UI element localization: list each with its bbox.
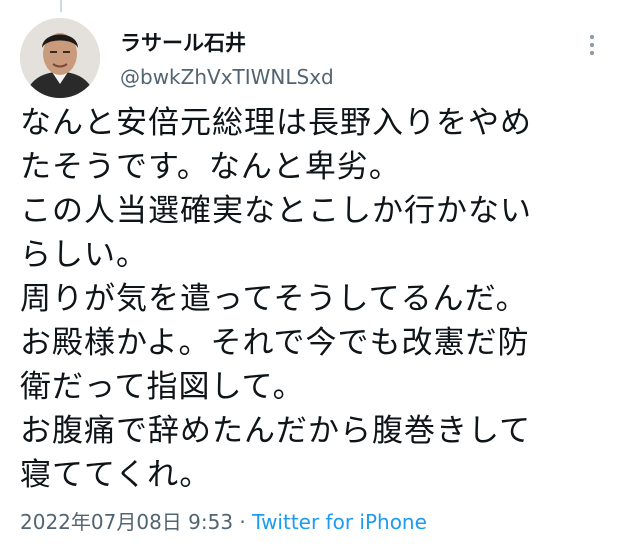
tweet-text-line: お腹痛で辞めたんだから腹巻きして — [20, 413, 532, 449]
more-dots-icon[interactable] — [584, 30, 600, 60]
tweet-text-line: お殿様かよ。それで今でも改憲だ防 — [20, 325, 530, 361]
timestamp[interactable]: 2022年07月08日 9:53 — [20, 510, 233, 534]
tweet-text-line: 衛だって指図して。 — [20, 369, 305, 405]
dot — [590, 35, 594, 39]
tweet-text-line: 寝ててくれ。 — [20, 457, 212, 493]
source-link[interactable]: Twitter for iPhone — [252, 510, 427, 534]
tweet-text-line: たそうです。なんと卑劣。 — [20, 149, 401, 185]
user-handle[interactable]: @bwkZhVxTIWNLSxd — [120, 64, 334, 90]
dot — [590, 51, 594, 55]
display-name[interactable]: ラサール石井 — [120, 30, 246, 56]
avatar-photo — [20, 18, 100, 98]
tweet-text: なんと安倍元総理は長野入りをやめ たそうです。なんと卑劣。 この人当選確実なとこ… — [20, 101, 610, 497]
avatar[interactable] — [20, 18, 100, 98]
tweet-meta: 2022年07月08日 9:53 · Twitter for iPhone — [20, 508, 427, 536]
tweet-text-line: この人当選確実なとこしか行かない — [20, 193, 532, 229]
dot — [590, 43, 594, 47]
tweet-text-line: 周りが気を遣ってそうしてるんだ。 — [20, 281, 528, 317]
meta-separator: · — [233, 510, 253, 534]
tweet-text-line: なんと安倍元総理は長野入りをやめ — [20, 105, 532, 141]
tweet-text-line: らしい。 — [20, 237, 148, 273]
thread-connector-line — [60, 0, 62, 12]
